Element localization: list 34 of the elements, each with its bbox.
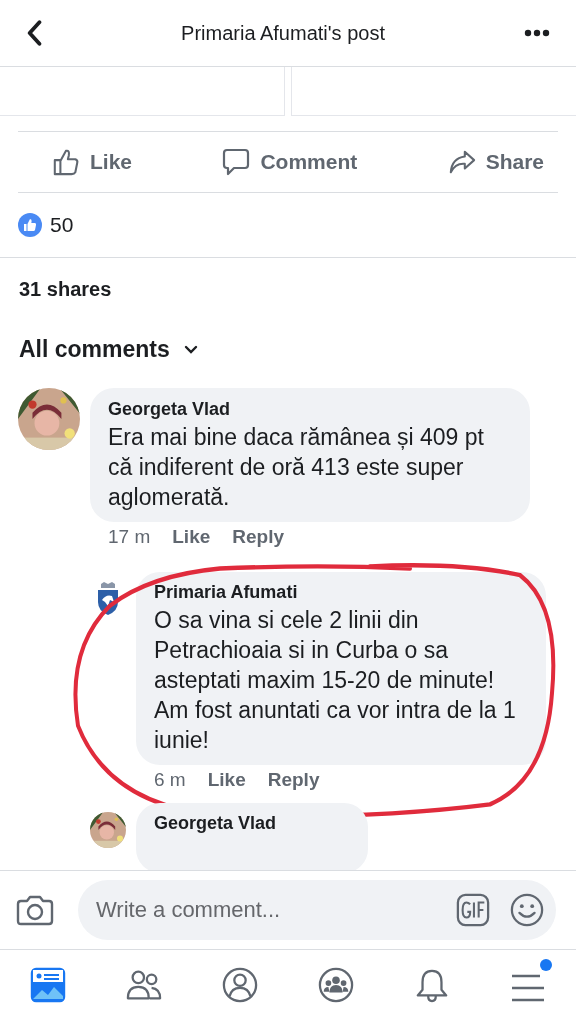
action-button[interactable]: Like [52,144,133,180]
gif-icon[interactable] [456,893,490,927]
bell-icon[interactable] [414,967,450,1003]
shield-icon [96,582,120,616]
camera-icon[interactable] [16,894,54,926]
reply-link[interactable]: Reply [267,769,320,791]
comment-author[interactable]: Georgeta Vlad [154,813,350,834]
profile-icon[interactable] [222,967,258,1003]
comment-time: 6 m [154,769,186,791]
comment-time: 17 m [108,526,151,548]
page-title: Primaria Afumati's post [180,21,386,45]
news-feed-icon[interactable] [30,967,66,1003]
comment-text: O sa vina si cele 2 linii din Petrachioaia si in Curba o sa asteptati maxim 15-20 de minute! Am fost anuntati ca vor intra de la 1 iunie! [154,606,517,755]
chevron-down-icon [183,344,198,354]
speech-bubble-icon [222,148,251,176]
like-link[interactable]: Like [172,526,211,548]
comments-filter[interactable]: All comments [19,335,198,363]
comment-author[interactable]: Georgeta Vlad [108,399,512,420]
comment-field[interactable]: Write a comment... [78,880,556,940]
share-arrow-icon [447,148,476,176]
comment-author[interactable]: Primaria Afumati [154,582,528,603]
reaction-count[interactable]: 50 [50,213,74,237]
action-button[interactable]: Share [447,144,544,180]
thumbs-up-icon [52,148,80,176]
back-icon[interactable] [26,20,42,46]
more-icon[interactable] [524,29,550,37]
action-button[interactable]: Comment [222,144,358,180]
comment-text: Era mai bine daca rămânea și 409 pt că indiferent de oră 413 este super aglomerată. [108,423,485,512]
like-link[interactable]: Like [207,769,246,791]
share-count[interactable]: 31 shares [19,277,112,301]
smiley-icon[interactable] [510,893,544,927]
groups-icon[interactable] [318,967,354,1003]
like-reaction-icon [18,213,42,237]
reply-link[interactable]: Reply [232,526,285,548]
